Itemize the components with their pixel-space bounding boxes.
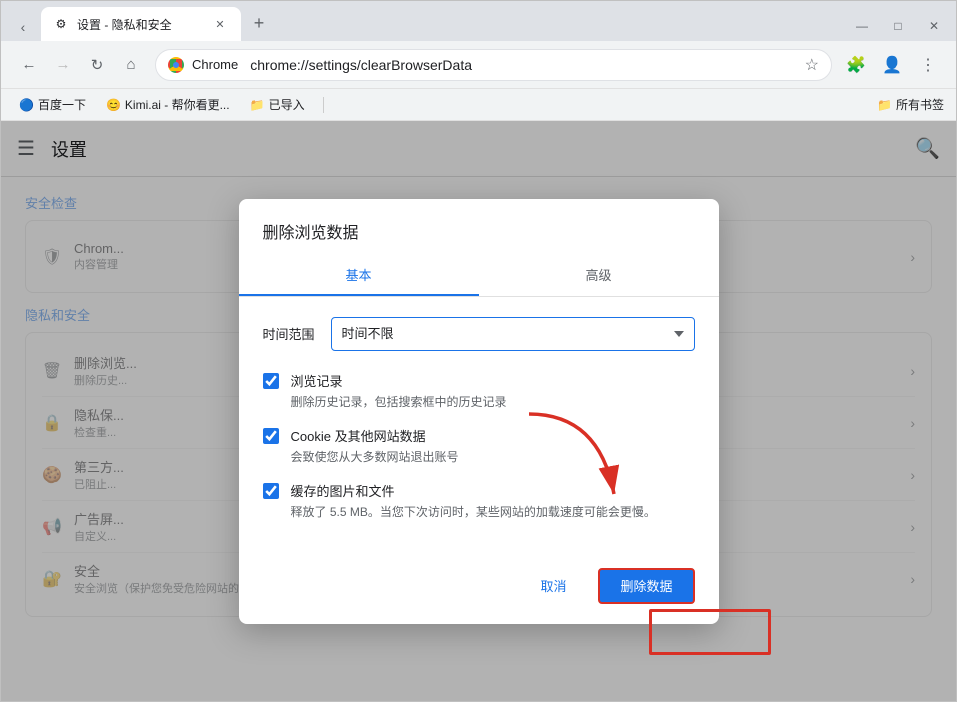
- checkbox-text-cache: 缓存的图片和文件 释放了 5.5 MB。当您下次访问时，某些网站的加载速度可能会…: [291, 481, 695, 520]
- modal-overlay: 删除浏览数据 基本 高级 时间范围 时间不限 过去1小时 过去24小时 过去7天: [1, 121, 956, 701]
- all-bookmarks-label: 所有书签: [896, 96, 944, 113]
- tab-advanced[interactable]: 高级: [479, 255, 719, 296]
- history-checkbox-desc: 删除历史记录，包括搜索框中的历史记录: [291, 393, 695, 410]
- tab-back-icon[interactable]: ‹: [9, 13, 37, 41]
- bookmark-imported-label: 已导入: [269, 96, 305, 113]
- tab-close-button[interactable]: ✕: [211, 15, 229, 33]
- cancel-button[interactable]: 取消: [520, 568, 586, 604]
- minimize-button[interactable]: —: [848, 17, 876, 35]
- close-button[interactable]: ✕: [920, 17, 948, 35]
- url-prefix: Chrome: [192, 57, 238, 72]
- url-input[interactable]: [250, 57, 796, 73]
- bookmark-baidu-label: 百度一下: [38, 96, 86, 113]
- browser-window: ‹ ⚙ 设置 - 隐私和安全 ✕ + — □ ✕ ← → ↻ ⌂ Chrome …: [0, 0, 957, 702]
- bookmark-imported[interactable]: 📁 已导入: [244, 94, 311, 115]
- time-range-row: 时间范围 时间不限 过去1小时 过去24小时 过去7天 过去4周: [263, 317, 695, 351]
- bookmark-kimi-label: Kimi.ai - 帮你看更...: [125, 96, 230, 113]
- tab-bar: ‹ ⚙ 设置 - 隐私和安全 ✕ + — □ ✕: [1, 1, 956, 41]
- dialog-title: 删除浏览数据: [239, 199, 719, 255]
- folder-icon: 📁: [250, 98, 265, 112]
- omnibox[interactable]: Chrome ☆: [155, 49, 832, 81]
- chrome-favicon-icon: [168, 57, 184, 73]
- clear-browser-data-dialog: 删除浏览数据 基本 高级 时间范围 时间不限 过去1小时 过去24小时 过去7天: [239, 199, 719, 624]
- baidu-icon: 🔵: [19, 98, 34, 112]
- bookmark-baidu[interactable]: 🔵 百度一下: [13, 94, 92, 115]
- bookmarks-divider: [323, 97, 324, 113]
- time-range-select[interactable]: 时间不限 过去1小时 过去24小时 过去7天 过去4周: [331, 317, 695, 351]
- dialog-footer: 取消 删除数据: [239, 556, 719, 624]
- cache-checkbox[interactable]: [263, 483, 279, 499]
- kimi-avatar-icon: 😊: [106, 98, 121, 112]
- bookmark-kimi[interactable]: 😊 Kimi.ai - 帮你看更...: [100, 94, 236, 115]
- tab-basic[interactable]: 基本: [239, 255, 479, 296]
- cookies-checkbox-desc: 会致使您从大多数网站退出账号: [291, 448, 695, 465]
- bookmarks-bar: 🔵 百度一下 😊 Kimi.ai - 帮你看更... 📁 已导入 📁 所有书签: [1, 89, 956, 121]
- all-bookmarks-folder[interactable]: 📁 所有书签: [877, 96, 944, 113]
- forward-button[interactable]: →: [47, 49, 79, 81]
- home-button[interactable]: ⌂: [115, 49, 147, 81]
- all-bookmarks-folder-icon: 📁: [877, 98, 892, 112]
- checkbox-row-cookies: Cookie 及其他网站数据 会致使您从大多数网站退出账号: [263, 426, 695, 465]
- extensions-button[interactable]: 🧩: [840, 49, 872, 81]
- checkbox-text-cookies: Cookie 及其他网站数据 会致使您从大多数网站退出账号: [291, 426, 695, 465]
- checkbox-row-cache: 缓存的图片和文件 释放了 5.5 MB。当您下次访问时，某些网站的加载速度可能会…: [263, 481, 695, 520]
- window-controls: — □ ✕: [848, 17, 948, 35]
- maximize-button[interactable]: □: [884, 17, 912, 35]
- chrome-logo-icon: [168, 57, 184, 73]
- tab-favicon-icon: ⚙: [53, 16, 69, 32]
- time-range-label: 时间范围: [263, 324, 315, 343]
- checkbox-text-history: 浏览记录 删除历史记录，包括搜索框中的历史记录: [291, 371, 695, 410]
- delete-data-button[interactable]: 删除数据: [598, 568, 694, 604]
- cache-checkbox-desc: 释放了 5.5 MB。当您下次访问时，某些网站的加载速度可能会更慢。: [291, 503, 695, 520]
- cookies-checkbox[interactable]: [263, 428, 279, 444]
- address-bar: ← → ↻ ⌂ Chrome ☆ 🧩 👤 ⋮: [1, 41, 956, 89]
- page-content: ☰ 设置 🔍 安全检查 🛡 Chrom... 内容管理 ›: [1, 121, 956, 701]
- reload-button[interactable]: ↻: [81, 49, 113, 81]
- tab-title: 设置 - 隐私和安全: [77, 16, 203, 33]
- cache-checkbox-label[interactable]: 缓存的图片和文件: [291, 484, 395, 499]
- active-tab[interactable]: ⚙ 设置 - 隐私和安全 ✕: [41, 7, 241, 41]
- dialog-tabs: 基本 高级: [239, 255, 719, 297]
- menu-button[interactable]: ⋮: [912, 49, 944, 81]
- profile-button[interactable]: 👤: [876, 49, 908, 81]
- bookmark-star-icon[interactable]: ☆: [805, 55, 819, 75]
- new-tab-button[interactable]: +: [245, 9, 273, 37]
- toolbar-actions: 🧩 👤 ⋮: [840, 49, 944, 81]
- cookies-checkbox-label[interactable]: Cookie 及其他网站数据: [291, 429, 426, 444]
- back-button[interactable]: ←: [13, 49, 45, 81]
- checkbox-row-history: 浏览记录 删除历史记录，包括搜索框中的历史记录: [263, 371, 695, 410]
- history-checkbox[interactable]: [263, 373, 279, 389]
- dialog-body: 时间范围 时间不限 过去1小时 过去24小时 过去7天 过去4周: [239, 297, 719, 556]
- nav-buttons: ← → ↻ ⌂: [13, 49, 147, 81]
- history-checkbox-label[interactable]: 浏览记录: [291, 374, 343, 389]
